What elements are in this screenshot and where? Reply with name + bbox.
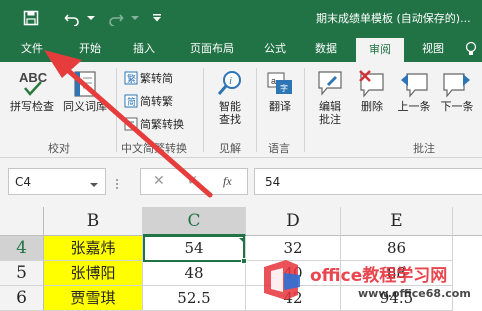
- ribbon-tabs: 文件 开始 插入 页面布局 公式 数据 审阅 视图: [0, 36, 482, 62]
- group-label-proofing: 校对: [48, 142, 70, 155]
- cell-c6[interactable]: 52.5: [143, 286, 246, 311]
- name-box-dropdown-icon[interactable]: [90, 178, 98, 191]
- watermark: office教程学习网 www.office68.com: [258, 253, 482, 311]
- error-indicator-icon: [239, 238, 245, 244]
- tab-view[interactable]: 视图: [413, 36, 453, 62]
- thesaurus-icon: [74, 71, 96, 97]
- edit-comment-icon: [318, 71, 342, 96]
- group-separator: [116, 68, 117, 152]
- tab-review[interactable]: 审阅: [356, 38, 404, 62]
- office-logo-icon: [264, 260, 300, 300]
- group-label-insights: 见解: [219, 142, 241, 155]
- spell-check-button[interactable]: ABC 拼写检查: [8, 68, 56, 113]
- tab-insert[interactable]: 插入: [124, 36, 164, 62]
- to-simplified-icon: 简: [124, 94, 138, 108]
- group-label-chinese-conversion: 中文简繁转换: [121, 142, 187, 155]
- select-all-corner[interactable]: [0, 207, 44, 236]
- tell-me-lightbulb-icon[interactable]: [464, 41, 478, 60]
- cancel-icon[interactable]: ✕: [153, 173, 165, 189]
- column-header-f[interactable]: [453, 207, 482, 236]
- window-title: 期末成绩单模板 (自动保存的)...: [316, 12, 471, 25]
- tab-data[interactable]: 数据: [306, 36, 346, 62]
- spell-check-icon: ABC: [19, 70, 47, 96]
- chinese-conversion-icon: [124, 117, 138, 131]
- delete-comment-button[interactable]: 删除: [354, 68, 390, 113]
- formula-input[interactable]: 54: [254, 168, 482, 195]
- formula-buttons: ✕ ✓ fx: [140, 168, 248, 195]
- redo-dropdown-icon[interactable]: [129, 8, 141, 28]
- row-header-5[interactable]: 5: [0, 261, 44, 286]
- cell-c5[interactable]: 48: [143, 261, 246, 286]
- row-header-4[interactable]: 4: [0, 236, 44, 261]
- tab-page-layout[interactable]: 页面布局: [180, 36, 244, 62]
- svg-text:繁: 繁: [127, 73, 136, 85]
- edit-comment-button[interactable]: 编辑 批注: [310, 68, 350, 126]
- tab-formulas[interactable]: 公式: [255, 36, 295, 62]
- tab-home[interactable]: 开始: [70, 36, 110, 62]
- watermark-url: www.office68.com: [358, 287, 471, 300]
- column-header-e[interactable]: E: [341, 207, 453, 236]
- to-traditional-button[interactable]: 繁 繁转简: [124, 70, 173, 86]
- group-label-language: 语言: [268, 142, 290, 155]
- translate-button[interactable]: a 字 翻译: [262, 68, 298, 113]
- ribbon-review: ABC 拼写检查 同义词库 校对 繁 繁转简 简 简转繁 简繁转换 中文简繁转换…: [0, 62, 482, 158]
- cell-b5[interactable]: 张博阳: [44, 261, 143, 286]
- save-icon[interactable]: [22, 8, 40, 28]
- to-simplified-button[interactable]: 简 简转繁: [124, 93, 173, 109]
- column-header-b[interactable]: B: [44, 207, 143, 236]
- tab-file[interactable]: 文件: [12, 36, 52, 62]
- svg-text:i: i: [229, 75, 232, 87]
- smart-lookup-button[interactable]: i 智能 查找: [208, 68, 252, 126]
- row-header-6[interactable]: 6: [0, 286, 44, 311]
- previous-comment-icon: [401, 73, 428, 98]
- undo-dropdown-icon[interactable]: [85, 8, 97, 28]
- watermark-text: office教程学习网: [310, 266, 448, 286]
- svg-text:字: 字: [280, 83, 288, 93]
- next-comment-icon: [443, 73, 470, 98]
- customize-quick-access-icon[interactable]: [150, 8, 164, 28]
- to-traditional-icon: 繁: [124, 71, 138, 85]
- group-label-comments: 批注: [413, 142, 435, 155]
- fill-handle[interactable]: [241, 258, 247, 264]
- title-bar: 期末成绩单模板 (自动保存的)...: [0, 0, 482, 36]
- translate-icon: a 字: [267, 72, 292, 94]
- smart-lookup-icon: i: [217, 71, 241, 95]
- column-header-d[interactable]: D: [246, 207, 341, 236]
- delete-comment-icon: [359, 70, 384, 98]
- undo-icon[interactable]: [63, 8, 81, 28]
- next-comment-button[interactable]: 下一条: [436, 68, 478, 113]
- previous-comment-button[interactable]: 上一条: [394, 68, 434, 113]
- chinese-conversion-button[interactable]: 简繁转换: [124, 116, 184, 132]
- active-cell-border: [143, 235, 245, 262]
- group-separator: [203, 68, 204, 152]
- svg-text:a: a: [271, 76, 276, 86]
- redo-icon[interactable]: [107, 8, 125, 28]
- formula-bar-drag-handle-icon[interactable]: [115, 178, 119, 193]
- thesaurus-button[interactable]: 同义词库: [60, 68, 110, 113]
- svg-text:ABC: ABC: [19, 70, 47, 85]
- cell-b4[interactable]: 张嘉炜: [44, 236, 143, 261]
- insert-function-icon[interactable]: fx: [223, 174, 232, 189]
- enter-icon[interactable]: ✓: [187, 173, 199, 189]
- svg-text:简: 简: [127, 96, 136, 108]
- group-separator: [256, 68, 257, 152]
- column-header-c[interactable]: C: [143, 207, 246, 236]
- name-box-value: C4: [15, 175, 32, 189]
- group-separator: [304, 68, 305, 152]
- cell-b6[interactable]: 贾雪琪: [44, 286, 143, 311]
- formula-value: 54: [265, 175, 281, 189]
